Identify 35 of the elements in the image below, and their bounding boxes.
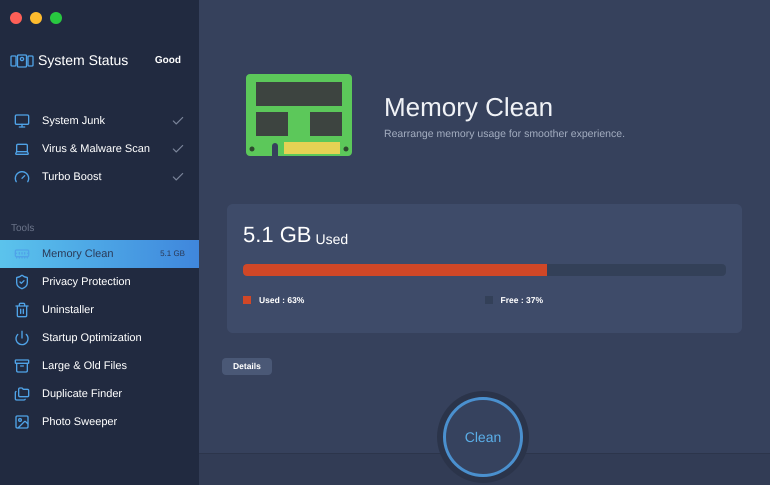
minimize-window-button[interactable]	[30, 12, 42, 24]
trash-icon	[14, 302, 30, 318]
used-amount: 5.1 GB	[243, 224, 312, 246]
zoom-window-button[interactable]	[50, 12, 62, 24]
scan-item[interactable]: Turbo Boost	[0, 163, 199, 191]
tool-item[interactable]: Memory Clean 5.1 GB	[0, 240, 199, 268]
details-button[interactable]: Details	[222, 358, 272, 375]
memory-size-label: 5.1 GB	[160, 248, 185, 260]
tool-item[interactable]: Uninstaller	[0, 296, 199, 324]
scan-item[interactable]: System Junk	[0, 107, 199, 135]
laptop-icon	[14, 141, 30, 157]
page-title: Memory Clean	[384, 90, 554, 124]
used-label: Used	[315, 232, 348, 246]
tools-heading: Tools	[10, 222, 36, 236]
tool-item[interactable]: Privacy Protection	[0, 268, 199, 296]
tool-item[interactable]: Startup Optimization	[0, 324, 199, 352]
system-status-value: Good	[154, 54, 182, 68]
legend-label: Used : 63%	[259, 294, 304, 307]
legend-label: Free : 37%	[500, 294, 544, 307]
status-monitor-icon	[10, 54, 34, 68]
page-subtitle: Rearrange memory usage for smoother experience.	[384, 126, 626, 142]
power-icon	[14, 330, 30, 346]
box-icon	[14, 358, 30, 374]
monitor-icon	[14, 113, 30, 129]
system-status-title: System Status	[38, 51, 130, 70]
folders-icon	[14, 386, 30, 402]
tool-item[interactable]: Photo Sweeper	[0, 408, 199, 436]
tool-item[interactable]: Large & Old Files	[0, 352, 199, 380]
gauge-icon	[14, 169, 30, 185]
tool-item[interactable]: Duplicate Finder	[0, 380, 199, 408]
scan-item[interactable]: Virus & Malware Scan	[0, 135, 199, 163]
close-window-button[interactable]	[10, 12, 22, 24]
shield-icon	[14, 274, 30, 290]
image-icon	[14, 414, 30, 430]
memory-module-icon	[244, 72, 354, 158]
